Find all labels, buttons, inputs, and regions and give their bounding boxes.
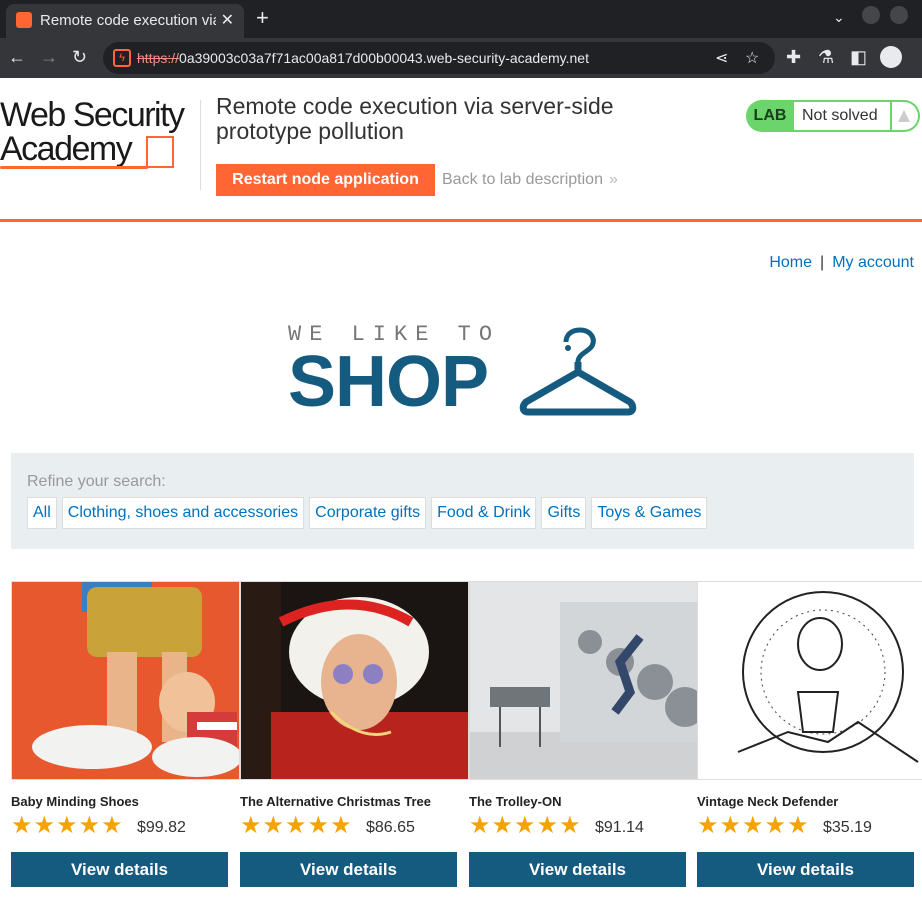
filter-toys-games[interactable]: Toys & Games — [591, 497, 708, 529]
product-name[interactable]: Baby Minding Shoes — [11, 794, 139, 809]
tab-title: Remote code execution via server-side pr… — [40, 12, 216, 29]
close-tab-icon[interactable]: ✕ — [221, 10, 234, 30]
shop-wordmark: SHOP — [288, 342, 489, 422]
product-image[interactable] — [11, 581, 240, 780]
product-image[interactable] — [697, 581, 922, 780]
address-bar[interactable]: ϟ https://0a39003c03a7f71ac00a817d00b000… — [103, 42, 775, 74]
my-account-link[interactable]: My account — [832, 254, 914, 271]
lab-status-widget: LAB Not solved — [746, 100, 920, 132]
url-text[interactable]: https://0a39003c03a7f71ac00a817d00b00043… — [137, 50, 589, 66]
view-details-button[interactable]: View details — [240, 852, 457, 887]
logo-line1: Web Security — [0, 96, 185, 134]
shop-logo: WE LIKE TO SHOP — [288, 322, 648, 422]
lab-header: Web Security Academy Remote code executi… — [0, 78, 922, 222]
home-link[interactable]: Home — [769, 254, 812, 271]
star-rating-icon: ★★★★★ — [469, 812, 582, 839]
product-grid: Baby Minding Shoes ★★★★★ $99.82 View det… — [11, 581, 922, 912]
extensions-puzzle-icon[interactable]: ✚ — [786, 47, 801, 67]
filter-all[interactable]: All — [27, 497, 57, 529]
nav-separator: | — [820, 254, 825, 271]
filter-gifts[interactable]: Gifts — [541, 497, 587, 529]
forward-arrow-icon[interactable]: → — [40, 47, 58, 67]
back-to-lab-description-link[interactable]: Back to lab description » — [442, 171, 618, 189]
side-panel-icon[interactable]: ◧ — [850, 47, 867, 67]
lab-flask-icon — [892, 100, 920, 132]
back-link-label: Back to lab description — [442, 171, 603, 188]
product-name[interactable]: Vintage Neck Defender — [697, 794, 838, 809]
lab-title: Remote code execution via server-side pr… — [216, 93, 614, 144]
tab-search-chevron-icon[interactable]: ⌄ — [833, 9, 845, 26]
reload-icon[interactable]: ↻ — [72, 47, 87, 67]
window-minimize-icon[interactable] — [862, 6, 880, 24]
browser-toolbar: ← → ↻ ϟ https://0a39003c03a7f71ac00a817d… — [0, 38, 922, 78]
view-details-button[interactable]: View details — [11, 852, 228, 887]
portswigger-favicon-icon — [16, 12, 32, 28]
browser-tab-bar: Remote code execution via server-side pr… — [0, 0, 922, 38]
product-price: $86.65 — [366, 819, 415, 836]
bookmark-star-icon[interactable]: ☆ — [745, 48, 759, 68]
product-image[interactable] — [240, 581, 469, 780]
window-close-icon[interactable] — [890, 6, 908, 24]
view-details-button[interactable]: View details — [469, 852, 686, 887]
hanger-icon — [519, 327, 637, 416]
refine-search-panel: Refine your search: All Clothing, shoes … — [11, 453, 914, 549]
refine-label: Refine your search: — [27, 473, 166, 490]
lab-badge: LAB — [746, 100, 794, 132]
product-price: $99.82 — [137, 819, 186, 836]
header-divider — [200, 100, 201, 190]
product-name[interactable]: The Trolley-ON — [469, 794, 561, 809]
share-icon[interactable]: ⋖ — [715, 48, 728, 68]
category-filter-list: All Clothing, shoes and accessories Corp… — [27, 497, 708, 529]
product-image[interactable] — [469, 581, 698, 780]
product-price: $35.19 — [823, 819, 872, 836]
url-scheme: https:// — [137, 50, 180, 66]
star-rating-icon: ★★★★★ — [11, 812, 124, 839]
filter-food-drink[interactable]: Food & Drink — [431, 497, 537, 529]
filter-clothing[interactable]: Clothing, shoes and accessories — [61, 497, 305, 529]
star-rating-icon: ★★★★★ — [240, 812, 353, 839]
back-arrow-icon[interactable]: ← — [8, 47, 26, 67]
logo-underline — [0, 166, 148, 169]
star-rating-icon: ★★★★★ — [697, 812, 810, 839]
new-tab-icon[interactable]: + — [256, 6, 269, 30]
not-secure-icon[interactable]: ϟ — [113, 49, 131, 67]
top-nav: Home | My account — [769, 254, 914, 272]
labs-flask-icon[interactable]: ⚗ — [818, 47, 834, 67]
browser-tab[interactable]: Remote code execution via server-side pr… — [6, 4, 244, 38]
restart-node-button[interactable]: Restart node application — [216, 164, 435, 196]
lab-status-text: Not solved — [794, 100, 892, 132]
double-chevron-icon: » — [608, 171, 618, 188]
filter-corporate-gifts[interactable]: Corporate gifts — [309, 497, 427, 529]
view-details-button[interactable]: View details — [697, 852, 914, 887]
profile-avatar-icon[interactable] — [880, 46, 902, 68]
url-host: 0a39003c03a7f71ac00a817d00b00043.web-sec… — [179, 50, 589, 66]
logo-lightning-icon — [146, 136, 174, 168]
product-price: $91.14 — [595, 819, 644, 836]
product-name[interactable]: The Alternative Christmas Tree — [240, 794, 431, 809]
